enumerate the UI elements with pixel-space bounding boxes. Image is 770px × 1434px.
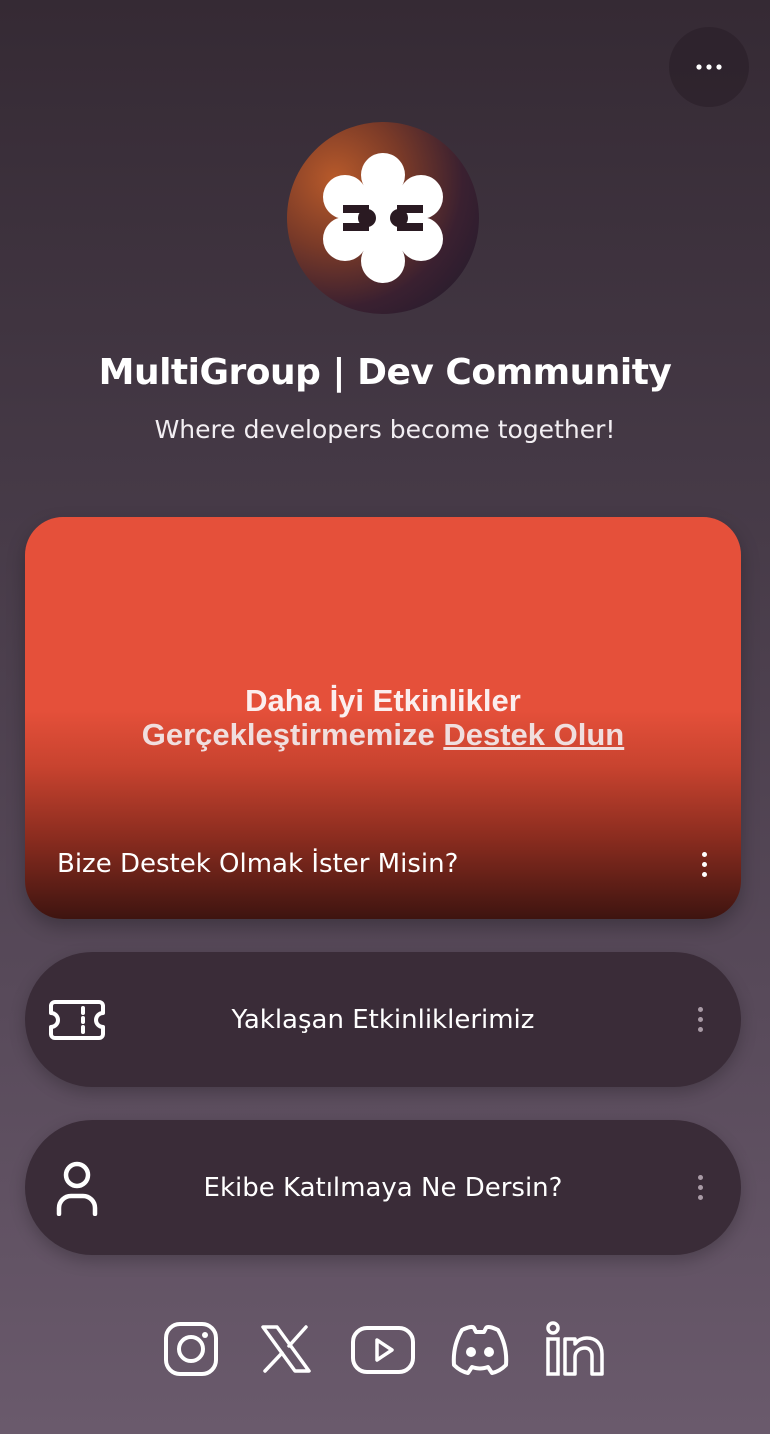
- banner-heading-line2-prefix: Gerçekleştirmemize: [141, 717, 444, 752]
- more-vertical-icon: [697, 1174, 703, 1200]
- link-card-join-team-menu-button[interactable]: [685, 1170, 715, 1204]
- instagram-icon[interactable]: [163, 1320, 219, 1378]
- page-title: MultiGroup | Dev Community: [98, 352, 672, 393]
- social-links: [0, 1320, 770, 1390]
- link-card-join-team[interactable]: Ekibe Katılmaya Ne Dersin?: [25, 1120, 741, 1255]
- banner-heading-line1: Daha İyi Etkinlikler: [245, 683, 521, 718]
- featured-link-menu-button[interactable]: [689, 847, 719, 881]
- more-vertical-icon: [701, 851, 707, 877]
- youtube-icon[interactable]: [350, 1320, 416, 1378]
- link-card-events-menu-button[interactable]: [685, 1002, 715, 1036]
- x-icon[interactable]: [260, 1320, 312, 1378]
- featured-link-caption: Bize Destek Olmak İster Misin?: [57, 849, 459, 879]
- avatar: [287, 122, 479, 314]
- link-card-events-label: Yaklaşan Etkinliklerimiz: [231, 1004, 535, 1035]
- multigroup-logo: [323, 153, 443, 283]
- discord-icon[interactable]: [448, 1320, 512, 1378]
- featured-link-card[interactable]: Daha İyi Etkinlikler Gerçekleştirmemize …: [25, 517, 741, 919]
- more-options-button[interactable]: [669, 27, 749, 107]
- banner-heading-line2: Gerçekleştirmemize Destek Olun: [25, 717, 741, 753]
- page-subtitle: Where developers become together!: [154, 415, 616, 444]
- banner-support-link: Destek Olun: [443, 717, 625, 752]
- more-vertical-icon: [697, 1006, 703, 1032]
- link-card-events[interactable]: Yaklaşan Etkinliklerimiz: [25, 952, 741, 1087]
- more-horizontal-icon: [696, 64, 722, 70]
- link-card-join-team-label: Ekibe Katılmaya Ne Dersin?: [203, 1172, 563, 1203]
- linkedin-icon[interactable]: [544, 1320, 606, 1378]
